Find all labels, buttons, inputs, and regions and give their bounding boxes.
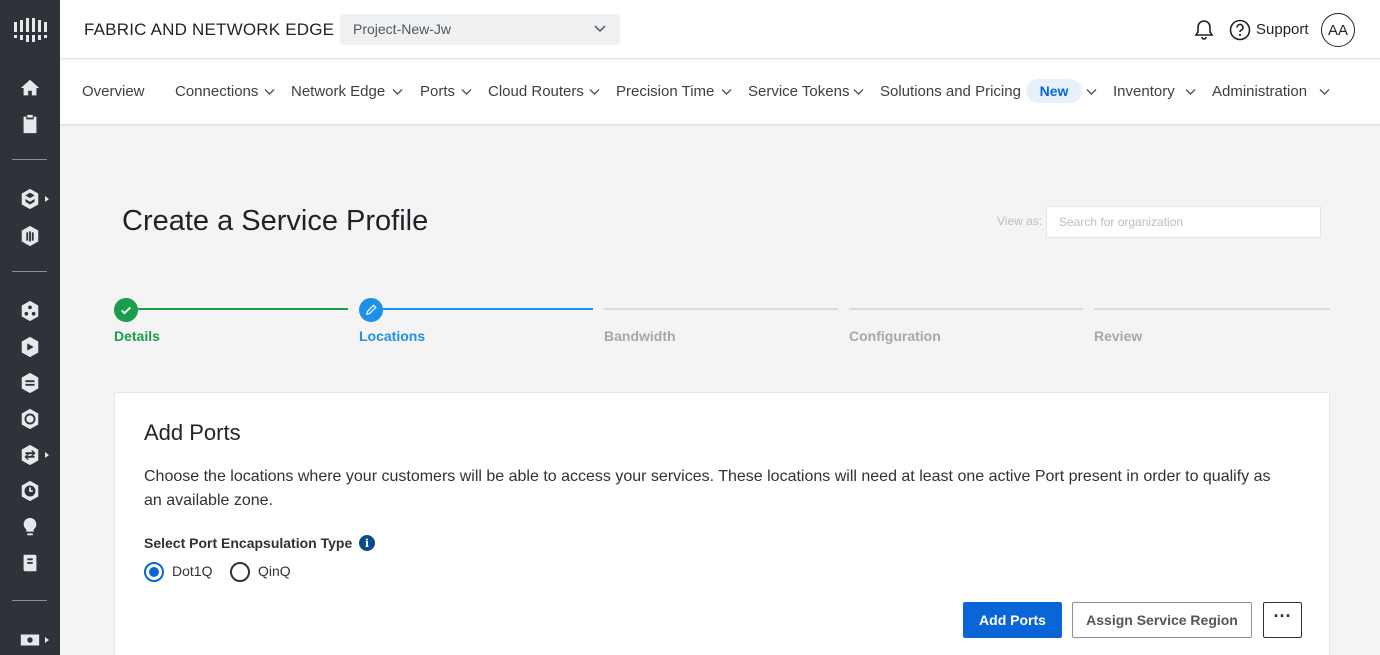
step-connector (849, 308, 1083, 310)
billing-icon[interactable] (18, 628, 42, 652)
nav-ports[interactable]: Ports (420, 83, 455, 100)
step-label-details[interactable]: Details (114, 328, 160, 344)
radio-label-qinq[interactable]: QinQ (258, 563, 291, 579)
nav-service-tokens[interactable]: Service Tokens (748, 83, 849, 100)
main-nav: Overview Connections Network Edge Ports … (60, 60, 1380, 125)
help-circle-icon[interactable] (1229, 19, 1251, 41)
check-icon (121, 306, 131, 315)
bell-icon[interactable] (1194, 19, 1214, 41)
book-icon[interactable] (18, 551, 42, 575)
info-icon[interactable]: i (359, 535, 375, 551)
step-complete-dot[interactable] (114, 298, 138, 322)
clock-icon[interactable] (18, 479, 42, 503)
step-connector (1094, 308, 1330, 310)
radio-dot1q[interactable] (144, 562, 164, 582)
org-search-input[interactable] (1046, 206, 1321, 238)
pencil-icon (365, 304, 377, 316)
step-connector (114, 308, 348, 310)
project-select-value: Project-New-Jw (353, 21, 452, 37)
support-link[interactable]: Support (1256, 21, 1309, 38)
project-select[interactable]: Project-New-Jw (340, 14, 620, 45)
expand-caret-icon[interactable] (45, 637, 49, 643)
step-label-configuration: Configuration (849, 328, 941, 344)
hexagon-network-icon[interactable] (18, 299, 42, 323)
view-as-label: View as: (997, 214, 1043, 228)
nav-connections[interactable]: Connections (175, 83, 258, 100)
avatar[interactable]: AA (1321, 13, 1355, 47)
app-title: FABRIC AND NETWORK EDGE (84, 20, 335, 39)
nav-cloud-routers[interactable]: Cloud Routers (488, 83, 584, 100)
expand-caret-icon[interactable] (45, 196, 49, 202)
step-connector (604, 308, 838, 310)
chevron-down-icon (594, 25, 606, 33)
card-description: Choose the locations where your customer… (144, 468, 1271, 509)
rail-divider (12, 600, 47, 601)
chevron-down-icon[interactable] (264, 88, 275, 96)
top-bar: FABRIC AND NETWORK EDGE Project-New-Jw S… (60, 0, 1380, 59)
expand-caret-icon[interactable] (45, 452, 49, 458)
clipboard-icon[interactable] (18, 112, 42, 136)
card-title: Add Ports (144, 420, 241, 445)
step-active-dot[interactable] (359, 298, 383, 322)
chevron-down-icon[interactable] (589, 88, 600, 96)
nav-solutions-pricing[interactable]: Solutions and Pricing (880, 83, 1021, 100)
assign-service-region-button[interactable]: Assign Service Region (1072, 602, 1252, 638)
step-label-bandwidth: Bandwidth (604, 328, 676, 344)
new-badge: New (1026, 79, 1082, 103)
step-label-locations[interactable]: Locations (359, 328, 425, 344)
building-icon[interactable] (18, 224, 42, 248)
chevron-down-icon[interactable] (853, 88, 864, 96)
chevron-down-icon[interactable] (392, 88, 403, 96)
nav-network-edge[interactable]: Network Edge (291, 83, 385, 100)
chevron-down-icon[interactable] (1185, 88, 1196, 96)
add-ports-button[interactable]: Add Ports (963, 602, 1062, 638)
swap-icon[interactable] (18, 443, 42, 467)
globe-icon[interactable] (18, 407, 42, 431)
chevron-down-icon[interactable] (1086, 88, 1097, 96)
radio-qinq[interactable] (230, 562, 250, 582)
home-icon[interactable] (18, 76, 42, 100)
encapsulation-label: Select Port Encapsulation Type (144, 535, 353, 551)
radio-label-dot1q[interactable]: Dot1Q (172, 563, 212, 579)
chevron-down-icon[interactable] (721, 88, 732, 96)
nav-precision-time[interactable]: Precision Time (616, 83, 714, 100)
step-connector (359, 308, 593, 310)
left-rail (0, 0, 60, 655)
brand-logo-icon[interactable] (12, 18, 48, 42)
router-icon[interactable] (18, 335, 42, 359)
chevron-down-icon[interactable] (461, 88, 472, 96)
nav-overview[interactable]: Overview (82, 83, 145, 100)
stack-icon[interactable] (18, 371, 42, 395)
layers-icon[interactable] (18, 187, 42, 211)
rail-divider (12, 159, 47, 160)
step-label-review: Review (1094, 328, 1143, 344)
chevron-down-icon[interactable] (1319, 88, 1330, 96)
more-options-button[interactable]: ··· (1263, 602, 1302, 638)
lightbulb-icon[interactable] (18, 515, 42, 539)
add-ports-card: Add Ports Choose the locations where you… (114, 392, 1330, 655)
page-title: Create a Service Profile (122, 205, 429, 237)
nav-administration[interactable]: Administration (1212, 83, 1307, 100)
rail-divider (12, 271, 47, 272)
nav-inventory[interactable]: Inventory (1113, 83, 1175, 100)
